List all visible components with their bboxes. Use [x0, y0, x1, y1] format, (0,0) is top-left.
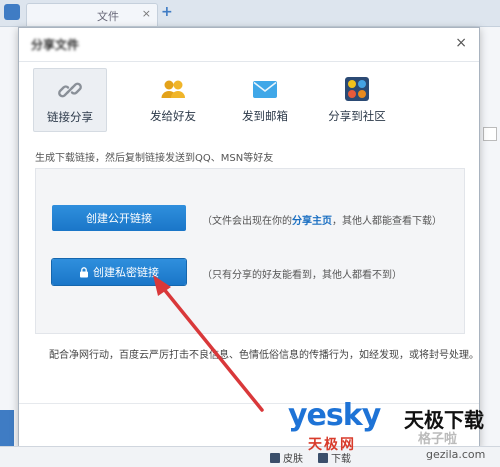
download-label: 下载	[331, 454, 351, 465]
background-right-pane	[480, 27, 500, 447]
tab-send-to-friends[interactable]: 发给好友	[137, 68, 209, 130]
background-checkbox[interactable]	[483, 127, 497, 141]
app-logo-icon	[4, 4, 20, 20]
dialog-title: 分享文件	[31, 38, 80, 52]
download-button[interactable]: 下载	[318, 450, 351, 465]
tab-title: 文件	[97, 10, 119, 23]
tab-link-share[interactable]: 链接分享	[33, 68, 107, 132]
browser-tab[interactable]: 文件 ×	[26, 3, 158, 26]
tab-label: 分享到社区	[328, 109, 386, 123]
tab-label: 链接分享	[47, 110, 93, 124]
note-prefix: （文件会出现在你的	[202, 216, 292, 227]
button-label: 创建私密链接	[93, 266, 159, 279]
tab-share-to-community[interactable]: 分享到社区	[321, 68, 393, 130]
tab-bar: 文件 × +	[0, 0, 500, 27]
skin-label: 皮肤	[283, 454, 303, 465]
create-public-link-button[interactable]: 创建公开链接	[52, 205, 186, 231]
link-options-panel: 创建公开链接 （文件会出现在你的分享主页，其他人都能查看下载） 创建私密链接 （…	[35, 168, 465, 334]
skin-icon	[270, 452, 280, 463]
mail-icon	[253, 81, 277, 98]
friends-icon	[161, 80, 185, 98]
tab-label: 发给好友	[150, 109, 196, 123]
tab-label: 发到邮箱	[242, 109, 288, 123]
background-left-pane	[0, 27, 19, 447]
new-tab-button[interactable]: +	[161, 5, 175, 19]
dialog-bottom-divider	[19, 403, 479, 404]
dialog-divider	[19, 61, 479, 62]
button-label: 创建公开链接	[86, 212, 152, 225]
download-icon	[318, 452, 328, 463]
private-link-note: （只有分享的好友能看到，其他人都看不到）	[202, 270, 402, 281]
policy-notice: 配合净网行动，百度云严厉打击不良信息、色情低俗信息的传播行为，如经发现，或将封号…	[49, 350, 479, 361]
share-dialog: 分享文件 × 链接分享 发给好友 发到邮箱 分享到社区 生成下载链接，然后复制链…	[18, 27, 480, 448]
lock-icon	[80, 266, 88, 277]
link-icon	[58, 82, 82, 98]
community-icon	[345, 77, 369, 101]
create-private-link-button[interactable]: 创建私密链接	[52, 259, 186, 285]
share-homepage-link[interactable]: 分享主页	[292, 216, 332, 227]
tab-close-icon[interactable]: ×	[142, 7, 151, 20]
public-link-note: （文件会出现在你的分享主页，其他人都能查看下载）	[202, 212, 442, 227]
tab-send-to-email[interactable]: 发到邮箱	[229, 68, 301, 130]
background-blue-strip	[0, 410, 14, 446]
bottom-bar: 皮肤 下载	[0, 446, 500, 467]
close-icon[interactable]: ×	[455, 35, 467, 51]
skin-button[interactable]: 皮肤	[270, 450, 303, 465]
link-share-hint: 生成下载链接，然后复制链接发送到QQ、MSN等好友	[35, 153, 274, 164]
note-suffix: ，其他人都能查看下载）	[332, 216, 442, 227]
